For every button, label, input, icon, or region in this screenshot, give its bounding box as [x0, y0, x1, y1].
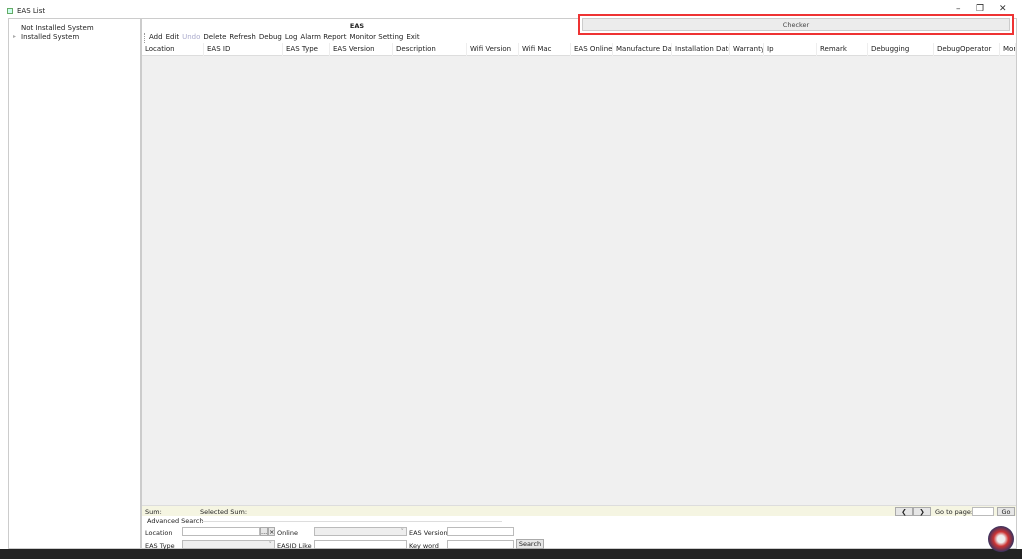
monitor-setting-button[interactable]: Monitor Setting — [349, 33, 403, 43]
column-wifi-version[interactable]: Wifi Version — [467, 43, 519, 56]
window-title: EAS List — [17, 7, 46, 15]
sum-label: Sum: — [145, 508, 162, 516]
online-select[interactable]: ˅ — [314, 527, 407, 536]
alarm-report-button[interactable]: Alarm Report — [300, 33, 346, 43]
divider — [202, 521, 502, 522]
restore-button[interactable]: ❐ — [976, 4, 984, 14]
goto-page-input[interactable] — [972, 507, 994, 516]
avatar-icon[interactable] — [988, 526, 1014, 552]
eas-type-select[interactable]: ˅ — [182, 540, 275, 549]
taskbar — [0, 549, 1022, 559]
column-more[interactable]: Mor — [1000, 43, 1016, 56]
column-eas-id[interactable]: EAS ID — [204, 43, 283, 56]
column-location[interactable]: Location — [142, 43, 204, 56]
tree-item-installed[interactable]: Installed System — [21, 33, 79, 41]
browse-location-button[interactable]: ... — [260, 527, 268, 536]
eas-version-label: EAS Version — [409, 529, 448, 537]
prev-page-button[interactable]: ❮ — [895, 507, 913, 516]
column-eas-online[interactable]: EAS Online — [571, 43, 613, 56]
undo-button[interactable]: Undo — [182, 33, 200, 43]
column-eas-type[interactable]: EAS Type — [283, 43, 330, 56]
column-installation-date[interactable]: Installation Date — [672, 43, 730, 56]
column-remark[interactable]: Remark — [817, 43, 868, 56]
expand-icon[interactable]: ▸ — [13, 33, 16, 40]
status-bar: Sum: Selected Sum: ❮ ❯ Go to page: Go — [142, 505, 1016, 516]
app-icon — [7, 8, 13, 14]
column-eas-version[interactable]: EAS Version — [330, 43, 393, 56]
column-manufacture-date[interactable]: Manufacture Date — [613, 43, 672, 56]
easid-like-input[interactable] — [314, 540, 407, 549]
chevron-down-icon: ˅ — [400, 528, 405, 536]
add-button[interactable]: Add — [149, 33, 163, 43]
column-warranty[interactable]: Warranty — [730, 43, 764, 56]
location-input[interactable] — [182, 527, 260, 536]
keyword-input[interactable] — [447, 540, 514, 549]
goto-page-label: Go to page: — [935, 508, 974, 516]
checker-button[interactable]: Checker — [582, 18, 1010, 31]
chevron-down-icon: ˅ — [268, 541, 273, 549]
refresh-button[interactable]: Refresh — [229, 33, 255, 43]
close-button[interactable]: ✕ — [999, 4, 1007, 14]
column-description[interactable]: Description — [393, 43, 467, 56]
eas-version-input[interactable] — [447, 527, 514, 536]
edit-button[interactable]: Edit — [166, 33, 180, 43]
search-button[interactable]: Search — [516, 539, 544, 549]
system-tree: Not Installed System ▸ Installed System — [8, 18, 141, 549]
next-page-button[interactable]: ❯ — [913, 507, 931, 516]
tree-item-not-installed[interactable]: Not Installed System — [21, 24, 94, 32]
clear-location-button[interactable]: × — [268, 527, 275, 536]
minimize-button[interactable]: – — [956, 4, 961, 14]
go-button[interactable]: Go — [997, 507, 1015, 516]
eas-grid[interactable] — [142, 56, 1016, 505]
online-label: Online — [277, 529, 298, 537]
exit-button[interactable]: Exit — [406, 33, 419, 43]
column-debugging[interactable]: Debugging — [868, 43, 934, 56]
debug-button[interactable]: Debug — [259, 33, 282, 43]
toolbar: Add Edit Undo Delete Refresh Debug Log A… — [144, 33, 420, 43]
column-wifi-mac[interactable]: Wifi Mac — [519, 43, 571, 56]
column-ip[interactable]: Ip — [764, 43, 817, 56]
grid-header: Location EAS ID EAS Type EAS Version Des… — [142, 43, 1016, 56]
advanced-search-title: Advanced Search — [147, 517, 204, 525]
column-debug-operator[interactable]: DebugOperator — [934, 43, 1000, 56]
location-label: Location — [145, 529, 173, 537]
eas-panel: EAS Add Edit Undo Delete Refresh Debug L… — [141, 18, 1017, 550]
panel-title: EAS — [349, 22, 365, 30]
checker-panel: Checker — [578, 14, 1014, 35]
log-button[interactable]: Log — [285, 33, 298, 43]
delete-button[interactable]: Delete — [203, 33, 226, 43]
selected-sum-label: Selected Sum: — [200, 508, 248, 516]
